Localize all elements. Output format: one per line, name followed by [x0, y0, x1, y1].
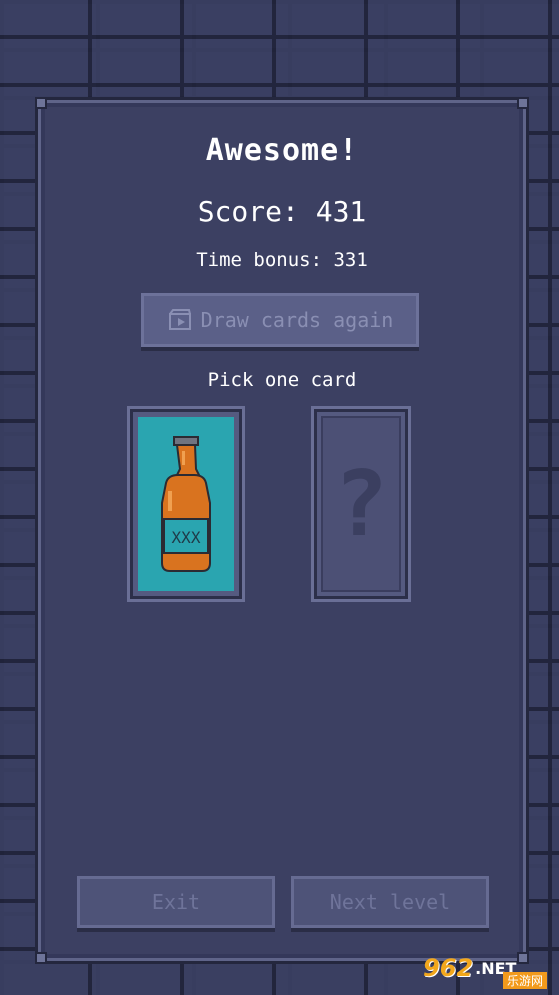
rivet-icon: [35, 952, 47, 964]
watermark-subtitle: 乐游网: [502, 972, 547, 989]
question-mark-icon: ?: [333, 451, 389, 557]
watermark-number: 962: [423, 954, 474, 982]
exit-label: Exit: [151, 890, 201, 914]
exit-button[interactable]: Exit: [77, 876, 275, 928]
next-level-label: Next level: [329, 890, 451, 914]
level-complete-dialog: Awesome! Score: 431 Time bonus: 331 Draw…: [35, 97, 529, 964]
video-ad-icon: [168, 309, 191, 330]
draw-cards-again-button[interactable]: Draw cards again: [141, 293, 419, 347]
site-watermark: 962 .NET 乐游网: [423, 945, 553, 991]
rivet-icon: [35, 97, 47, 109]
card-back: ?: [321, 416, 401, 592]
score-text: Score: 431: [197, 195, 367, 228]
rivet-icon: [517, 97, 529, 109]
card-revealed[interactable]: XXX: [127, 406, 245, 602]
pick-card-prompt: Pick one card: [207, 369, 357, 391]
draw-cards-again-label: Draw cards again: [200, 308, 394, 332]
game-screen: Awesome! Score: 431 Time bonus: 331 Draw…: [0, 0, 559, 995]
card-face: XXX: [138, 417, 234, 591]
card-hidden[interactable]: ?: [311, 406, 411, 602]
next-level-button[interactable]: Next level: [291, 876, 489, 928]
dialog-title: Awesome!: [205, 133, 359, 168]
poison-bottle-icon: XXX: [161, 436, 211, 572]
time-bonus-text: Time bonus: 331: [196, 249, 368, 271]
bottle-label: XXX: [172, 528, 201, 547]
